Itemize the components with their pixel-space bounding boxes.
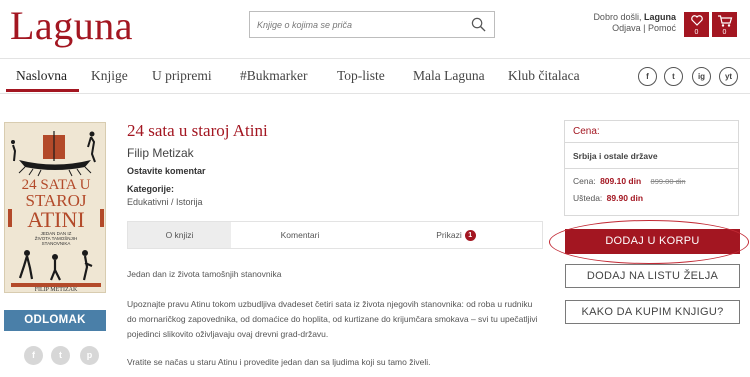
leave-comment-link[interactable]: Ostavite komentar <box>127 166 206 176</box>
add-to-wishlist-button[interactable]: DODAJ NA LISTU ŽELJA <box>565 264 740 288</box>
savings-value: 89.90 din <box>606 193 644 203</box>
nav-bottom-divider <box>0 93 750 94</box>
cover-subtitle-2: ŽIVOTA TAMOŠNJIH <box>35 234 78 241</box>
twitter-icon[interactable]: t <box>664 67 683 86</box>
tab-prikazi[interactable]: Prikazi 1 <box>369 222 543 248</box>
price-region: Srbija i ostale države <box>565 143 738 169</box>
price-header: Cena: <box>565 121 738 143</box>
price-box: Cena: Srbija i ostale države Cena: 809.1… <box>564 120 739 216</box>
twitter-share-icon[interactable]: t <box>51 346 70 365</box>
pinterest-share-icon[interactable]: p <box>80 346 99 365</box>
excerpt-button[interactable]: ODLOMAK <box>4 310 106 331</box>
cart-button[interactable]: 0 <box>712 12 737 37</box>
nav-item-naslovna[interactable]: Naslovna <box>16 68 67 84</box>
search-bar[interactable] <box>249 11 495 38</box>
savings-label: Ušteda: <box>573 193 603 203</box>
cart-icon <box>717 15 732 27</box>
categories-label: Kategorije: <box>127 184 175 194</box>
highlight-circle <box>549 220 749 264</box>
nav-item-klub-citalaca[interactable]: Klub čitalaca <box>508 68 580 84</box>
book-title: 24 sata u staroj Atini <box>127 121 268 140</box>
savings-row: Ušteda: 89.90 din <box>565 190 738 206</box>
account-links[interactable]: Odjava | Pomoć <box>593 23 676 34</box>
book-author[interactable]: Filip Metizak <box>127 146 194 160</box>
description-paragraph: Upoznajte pravu Atinu tokom uzbudljiva d… <box>127 299 538 339</box>
price-value: 809.10 din <box>600 176 642 186</box>
tab-komentari[interactable]: Komentari <box>231 222 369 248</box>
user-greeting: Dobro došli, Laguna Odjava | Pomoć <box>593 12 676 34</box>
nav-item-top-liste[interactable]: Top-liste <box>337 68 385 84</box>
wishlist-count: 0 <box>694 29 699 36</box>
greeting-brand: Laguna <box>643 12 676 22</box>
nav-item-u-pripremi[interactable]: U pripremi <box>152 68 212 84</box>
nav-item-mala-laguna[interactable]: Mala Laguna <box>413 68 485 84</box>
heart-icon <box>690 15 703 26</box>
description-subtitle: Jedan dan iz života tamošnjih stanovnika <box>127 269 282 279</box>
facebook-icon[interactable]: f <box>638 67 657 86</box>
book-cover-image[interactable]: 24 SATA U STAROJ ATINI JEDAN DAN IZ ŽIVO… <box>4 122 106 293</box>
cart-count: 0 <box>722 29 727 36</box>
price-label: Cena: <box>573 176 596 186</box>
search-icon[interactable] <box>471 17 486 32</box>
greeting-text: Dobro došli, <box>593 12 642 22</box>
categories-value[interactable]: Edukativni / Istorija <box>127 197 203 207</box>
book-tabs: O knjizi Komentari Prikazi 1 <box>127 221 543 249</box>
facebook-share-icon[interactable]: f <box>24 346 43 365</box>
reviews-count-badge: 1 <box>464 230 476 241</box>
youtube-icon[interactable]: yt <box>719 67 738 86</box>
nav-item-bukmarker[interactable]: #Bukmarker <box>240 68 307 84</box>
tab-prikazi-label: Prikazi <box>436 230 462 240</box>
old-price: 899.00 din <box>650 177 686 186</box>
cover-subtitle-3: STANOVNIKA <box>42 241 71 246</box>
nav-active-underline <box>6 89 79 92</box>
cover-art: 24 SATA U STAROJ ATINI JEDAN DAN IZ ŽIVO… <box>5 123 105 293</box>
search-input[interactable] <box>250 12 460 37</box>
cover-author: FILIP METIZAK <box>35 287 78 293</box>
description-closing: Vratite se načas u staru Atinu i provedi… <box>127 357 431 367</box>
how-to-buy-button[interactable]: KAKO DA KUPIM KNJIGU? <box>565 300 740 324</box>
site-logo[interactable]: Laguna <box>10 2 133 49</box>
cover-title-line3: ATINI <box>27 207 84 232</box>
instagram-icon[interactable]: ig <box>692 67 711 86</box>
price-row: Cena: 809.10 din 899.00 din <box>565 173 738 190</box>
nav-item-knjige[interactable]: Knjige <box>91 68 128 84</box>
tab-o-knjizi[interactable]: O knjizi <box>128 222 231 248</box>
wishlist-button[interactable]: 0 <box>684 12 709 37</box>
